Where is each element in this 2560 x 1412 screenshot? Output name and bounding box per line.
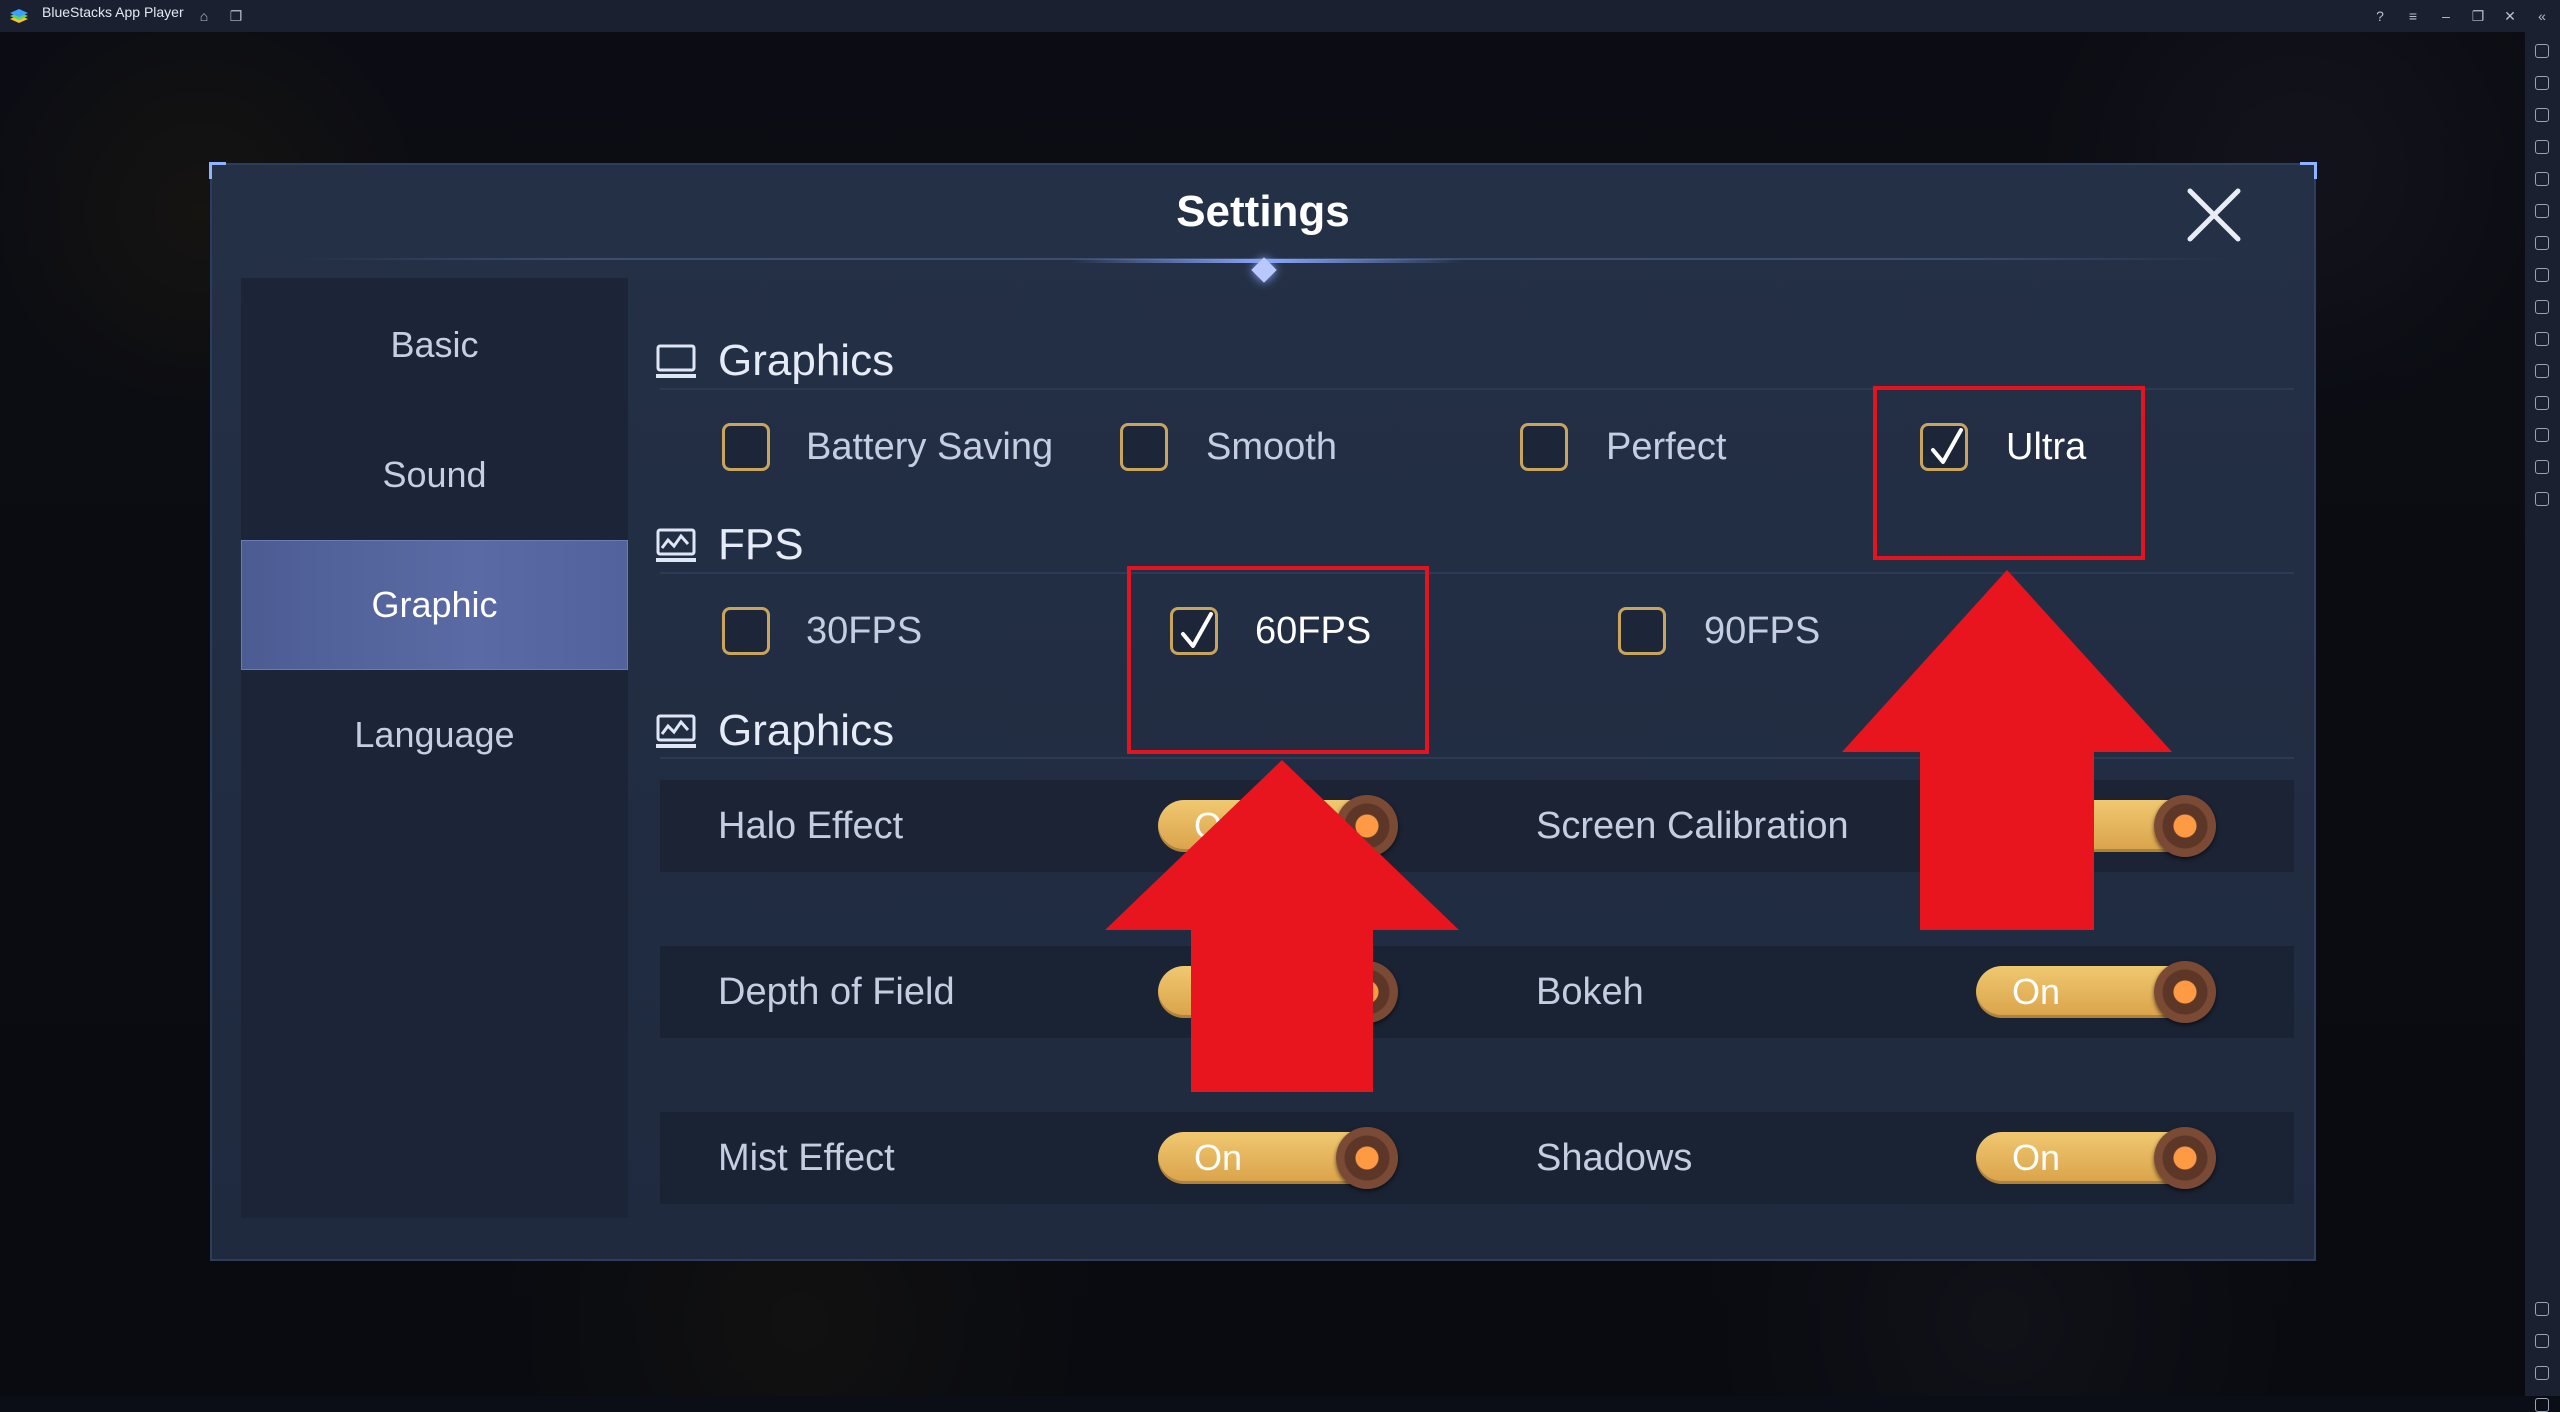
- home-icon[interactable]: ⌂: [196, 8, 212, 24]
- toggle-knob: [2154, 1127, 2216, 1189]
- apk-icon[interactable]: [2535, 268, 2549, 282]
- rotate-icon[interactable]: [2535, 172, 2549, 186]
- tab-label: Language: [354, 714, 515, 755]
- option-label: 90FPS: [1704, 610, 1821, 652]
- tab-sound[interactable]: Sound: [241, 410, 628, 540]
- window-title: BlueStacks App Player: [42, 4, 184, 20]
- macro-icon[interactable]: [2535, 204, 2549, 218]
- highlight-box-60fps: [1127, 566, 1429, 754]
- layers-icon[interactable]: [2535, 460, 2549, 474]
- checkbox-smooth[interactable]: [1120, 423, 1168, 471]
- option-label: Battery Saving: [806, 426, 1054, 468]
- checkbox-30fps[interactable]: [722, 607, 770, 655]
- checkbox-90fps[interactable]: [1618, 607, 1666, 655]
- red-arrow-up-icon: [1105, 760, 1459, 1092]
- option-label: 30FPS: [806, 610, 923, 652]
- tab-basic[interactable]: Basic: [241, 280, 628, 410]
- sync-icon[interactable]: [2535, 492, 2549, 506]
- back-icon[interactable]: [2535, 1334, 2549, 1348]
- dialog-title: Settings: [1176, 187, 1350, 236]
- highlight-box-ultra: [1873, 386, 2145, 560]
- recent-apps-icon[interactable]: [2535, 1398, 2549, 1412]
- help-icon[interactable]: ?: [2372, 8, 2388, 24]
- settings-tab-list: Basic Sound Graphic Language: [241, 278, 628, 1218]
- toggle-label: Screen Calibration: [1536, 805, 1849, 847]
- folder-icon[interactable]: [2535, 332, 2549, 346]
- instances-icon[interactable]: [2535, 364, 2549, 378]
- checkbox-perfect[interactable]: [1520, 423, 1568, 471]
- volume-icon[interactable]: [2535, 76, 2549, 90]
- tab-label: Sound: [382, 454, 487, 495]
- shadows-toggle[interactable]: On: [1976, 1127, 2216, 1189]
- section-title-fps: FPS: [718, 520, 804, 569]
- tab-graphic[interactable]: Graphic: [241, 540, 628, 670]
- option-label: Perfect: [1606, 426, 1727, 468]
- mist-effect-toggle[interactable]: On: [1158, 1127, 1398, 1189]
- close-dialog-icon[interactable]: [2184, 185, 2244, 245]
- option-label: Smooth: [1206, 426, 1337, 468]
- bluestacks-sidebar: [2525, 32, 2560, 1412]
- toggle-label: Shadows: [1536, 1137, 1693, 1179]
- settings-icon[interactable]: [2535, 1302, 2549, 1316]
- toggle-state: On: [2012, 971, 2061, 1012]
- tab-label: Basic: [390, 324, 479, 365]
- screenshot-icon[interactable]: [2535, 300, 2549, 314]
- red-arrow-up-icon: [1842, 570, 2172, 930]
- collapse-sidebar-icon[interactable]: «: [2534, 8, 2550, 24]
- toggle-state: On: [1194, 1137, 1243, 1178]
- section-title-graphics-effects: Graphics: [718, 706, 895, 755]
- checkbox-battery-saving[interactable]: [722, 423, 770, 471]
- tab-label: Graphic: [371, 584, 498, 625]
- multi-instance-icon[interactable]: ❐: [228, 8, 244, 24]
- toggle-state: On: [2012, 1137, 2061, 1178]
- video-icon[interactable]: [2535, 108, 2549, 122]
- window-titlebar: BlueStacks App Player ⌂ ❐ ? ≡ – ❐ ✕ «: [0, 0, 2560, 32]
- minimize-icon[interactable]: –: [2438, 8, 2454, 24]
- tab-language[interactable]: Language: [241, 670, 628, 800]
- restore-icon[interactable]: ❐: [2470, 8, 2486, 24]
- menu-icon[interactable]: ≡: [2405, 8, 2421, 24]
- toggle-knob: [2154, 961, 2216, 1023]
- android-home-icon[interactable]: [2535, 1366, 2549, 1380]
- performance-chart-icon: [656, 528, 696, 562]
- bokeh-toggle[interactable]: On: [1976, 961, 2216, 1023]
- eco-mode-icon[interactable]: [2535, 396, 2549, 410]
- close-window-icon[interactable]: ✕: [2502, 8, 2518, 24]
- toggle-label: Halo Effect: [718, 805, 904, 847]
- keyboard-icon[interactable]: [2535, 140, 2549, 154]
- toggle-label: Mist Effect: [718, 1137, 895, 1179]
- monitor-icon: [656, 344, 696, 378]
- location-icon[interactable]: [2535, 428, 2549, 442]
- performance-chart-icon: [656, 714, 696, 748]
- section-title-graphics-quality: Graphics: [718, 336, 895, 385]
- toggle-knob: [1336, 1127, 1398, 1189]
- toggle-label: Bokeh: [1536, 971, 1644, 1013]
- gamepad-icon[interactable]: [2535, 236, 2549, 250]
- fullscreen-icon[interactable]: [2535, 44, 2549, 58]
- bluestacks-logo-icon: [10, 9, 28, 23]
- toggle-label: Depth of Field: [718, 971, 955, 1013]
